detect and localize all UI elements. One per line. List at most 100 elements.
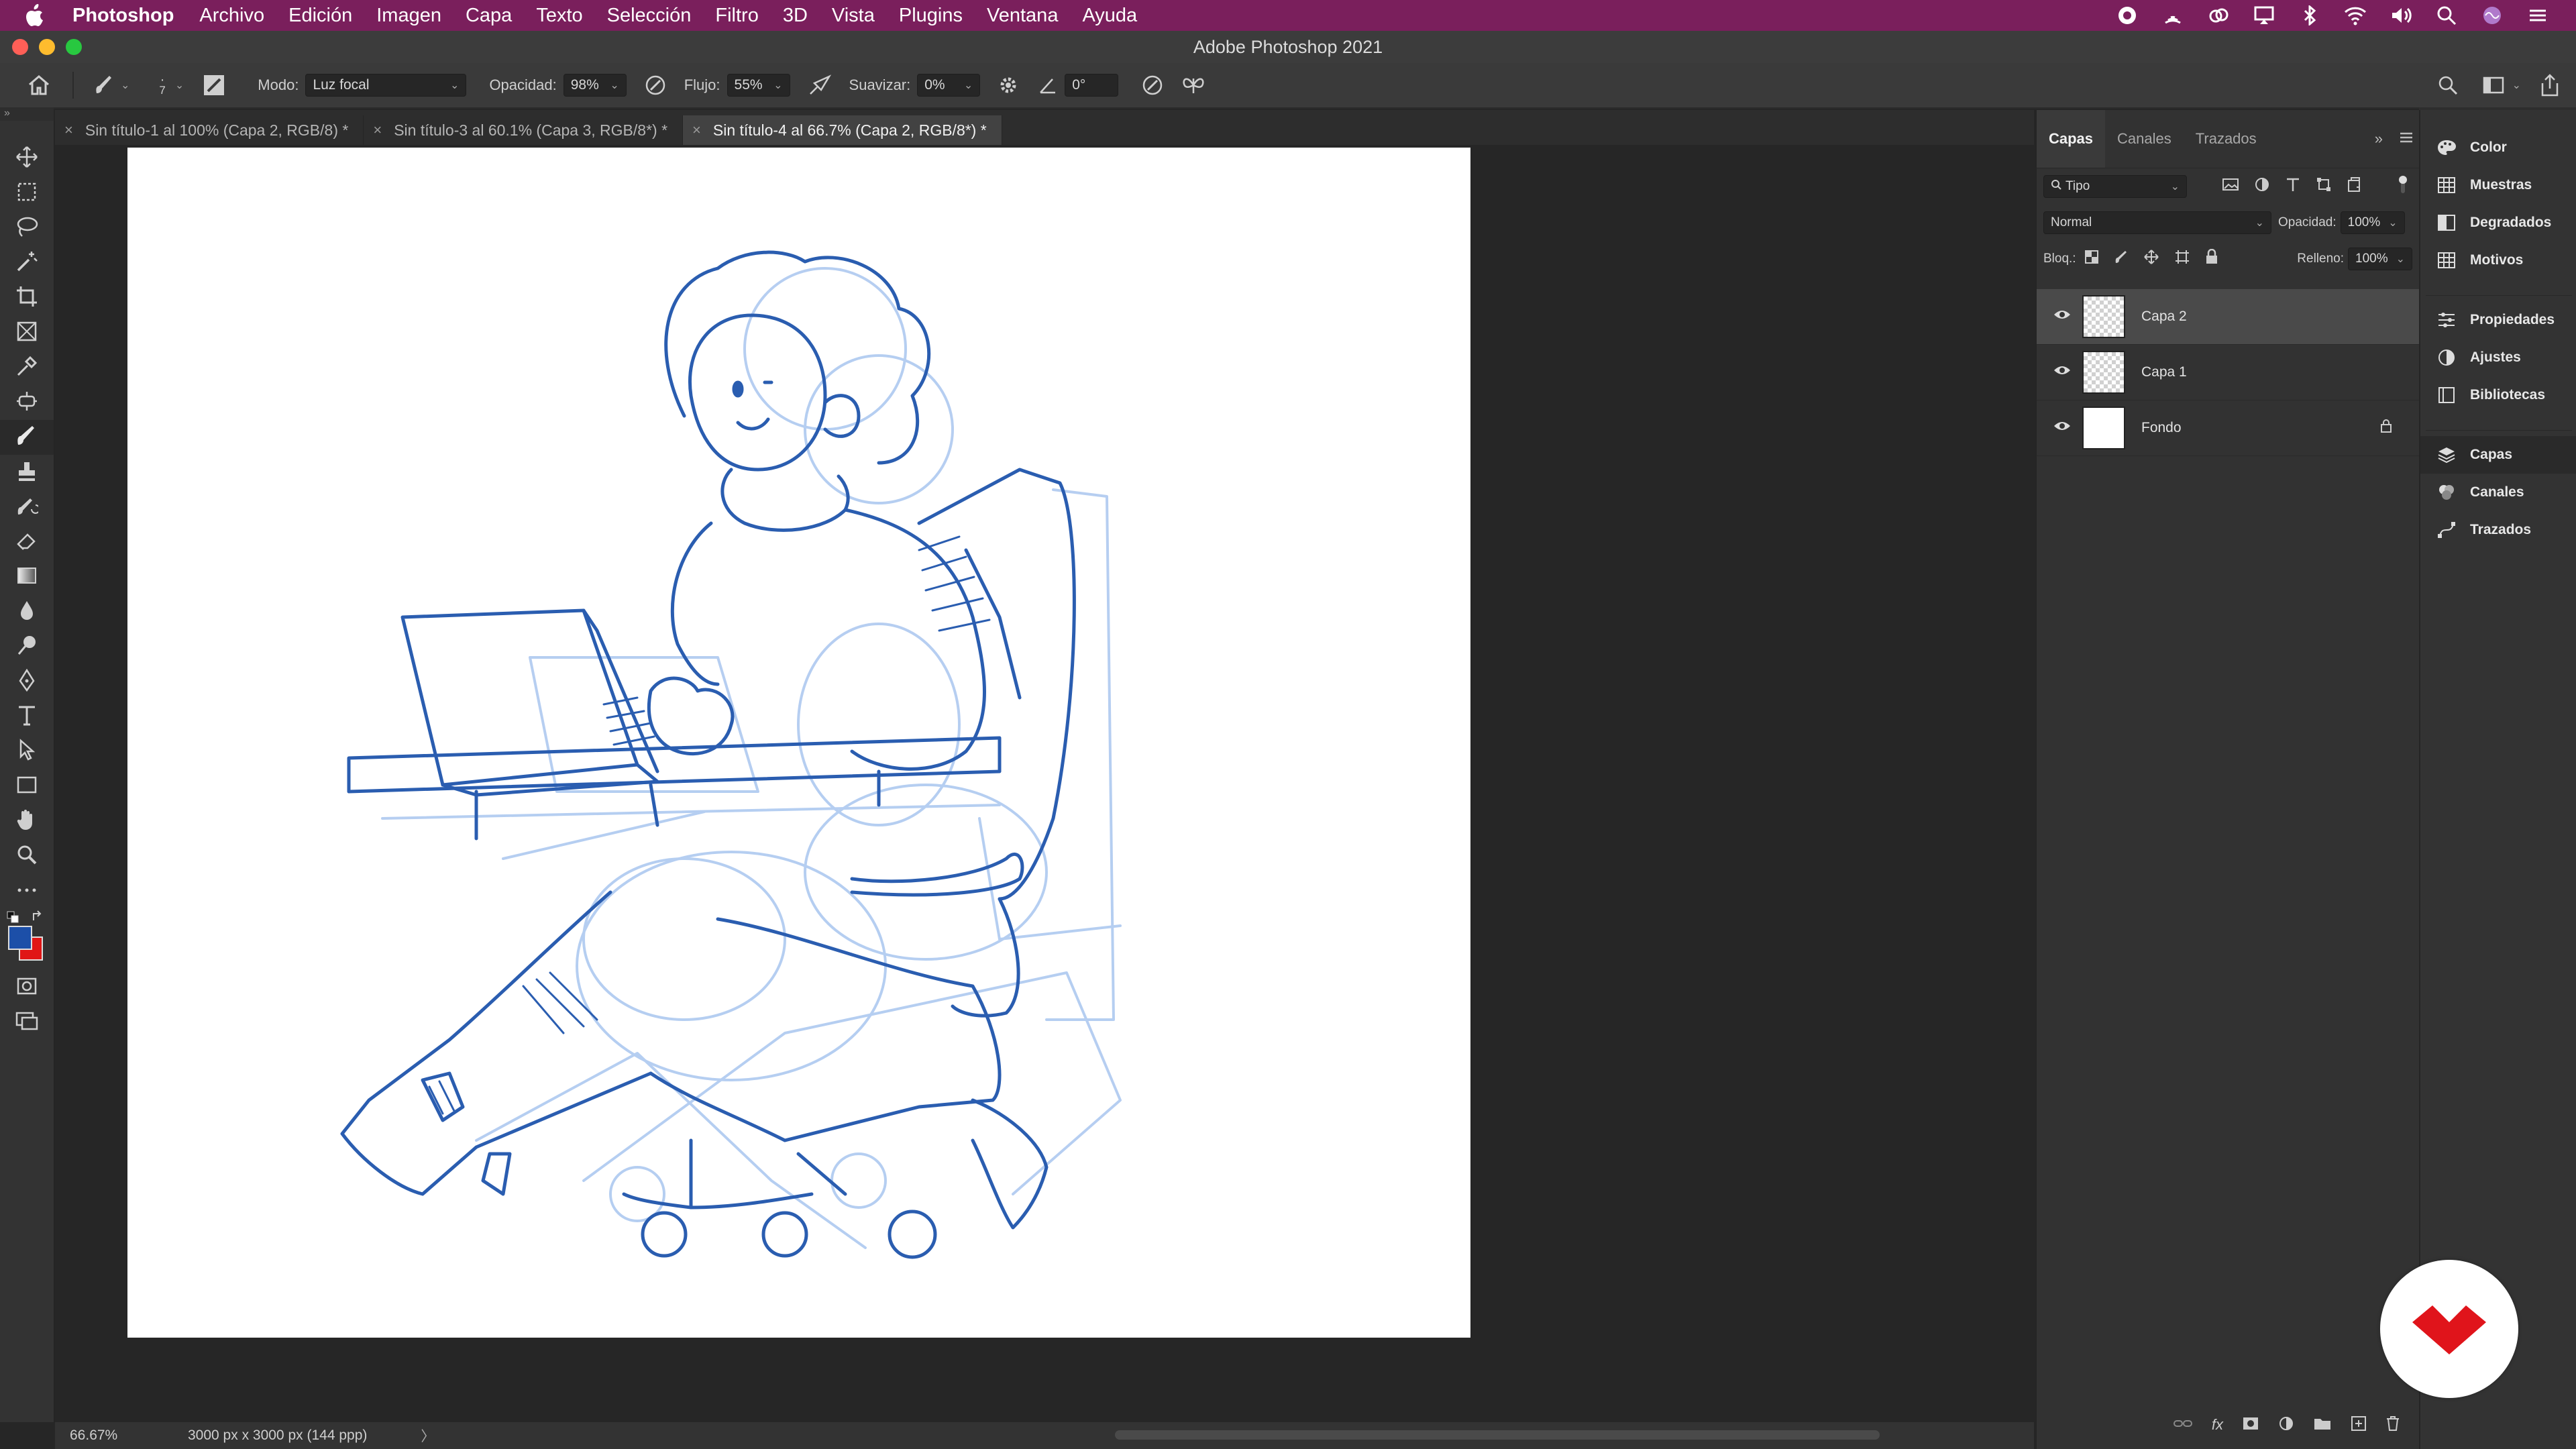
layer-name[interactable]: Fondo (2141, 420, 2182, 436)
menu-capa[interactable]: Capa (466, 5, 512, 27)
horizontal-scrollbar[interactable] (1115, 1430, 1880, 1440)
layer-filter-select[interactable]: Tipo ⌄ (2043, 175, 2187, 198)
home-icon[interactable] (24, 74, 54, 96)
visibility-eye-icon[interactable] (2053, 420, 2072, 436)
filter-type-icon[interactable] (2285, 176, 2301, 197)
filter-toggle-icon[interactable] (2398, 174, 2408, 199)
creative-cloud-icon[interactable] (2207, 4, 2230, 27)
smoothing-chevron-icon[interactable]: ⌄ (964, 78, 973, 92)
frame-tool[interactable] (0, 315, 54, 350)
healing-brush-tool[interactable] (0, 385, 54, 420)
record-icon[interactable] (2116, 4, 2139, 27)
minimize-window-button[interactable] (39, 39, 55, 55)
swap-colors-icon[interactable] (31, 910, 44, 926)
airplay-icon[interactable] (2253, 4, 2275, 27)
lock-position-icon[interactable] (2143, 249, 2159, 269)
layer-opacity-chevron-icon[interactable]: ⌄ (2388, 216, 2397, 229)
dock-item-ajustes[interactable]: Ajustes (2420, 339, 2576, 376)
tab-capas[interactable]: Capas (2037, 110, 2106, 168)
pressure-size-icon[interactable] (1141, 74, 1164, 97)
zoom-tool[interactable] (0, 839, 54, 873)
workspace-icon[interactable] (2483, 75, 2504, 95)
share-icon[interactable] (2540, 74, 2560, 97)
layer-row-fondo[interactable]: Fondo (2037, 400, 2419, 456)
layer-opacity-field[interactable]: 100% ⌄ (2340, 211, 2405, 234)
opacity-chevron-icon[interactable]: ⌄ (610, 78, 619, 92)
blend-mode-select[interactable]: Normal ⌄ (2043, 211, 2271, 234)
edit-toolbar-button[interactable] (0, 873, 54, 908)
layer-row-capa-2[interactable]: Capa 2 (2037, 289, 2419, 345)
canvas-area[interactable] (55, 145, 2034, 1422)
bluetooth-icon[interactable] (2298, 4, 2321, 27)
filter-adjustment-icon[interactable] (2254, 176, 2270, 197)
pressure-opacity-icon[interactable] (644, 74, 667, 97)
marquee-tool[interactable] (0, 176, 54, 211)
control-center-icon[interactable] (2526, 4, 2549, 27)
mode-select[interactable]: Luz focal ⌄ (305, 74, 467, 97)
layer-lock-icon[interactable] (2380, 419, 2392, 437)
lock-image-icon[interactable] (2114, 250, 2129, 268)
fill-chevron-icon[interactable]: ⌄ (2396, 252, 2405, 266)
menu-vista[interactable]: Vista (832, 5, 875, 27)
dock-item-canales[interactable]: Canales (2420, 474, 2576, 511)
fx-icon[interactable]: fx (2212, 1416, 2223, 1434)
airbrush-icon[interactable] (808, 74, 832, 97)
dock-item-bibliotecas[interactable]: Bibliotecas (2420, 376, 2576, 414)
tab-document-3[interactable]: × Sin título-3 al 60.1% (Capa 3, RGB/8*) … (364, 115, 684, 145)
menu-texto[interactable]: Texto (536, 5, 582, 27)
panel-menu-icon[interactable] (2399, 130, 2414, 148)
crop-tool[interactable] (0, 280, 54, 315)
layer-thumbnail[interactable] (2082, 407, 2125, 449)
flow-field[interactable]: 55% ⌄ (727, 74, 790, 97)
zoom-window-button[interactable] (66, 39, 82, 55)
tools-collapse-strip[interactable]: » (0, 107, 54, 121)
layer-row-capa-1[interactable]: Capa 1 (2037, 345, 2419, 400)
lasso-tool[interactable] (0, 211, 54, 246)
pen-tool[interactable] (0, 664, 54, 699)
filter-pixel-icon[interactable] (2222, 177, 2239, 196)
dock-item-color[interactable]: Color (2420, 129, 2576, 166)
delete-layer-trash-icon[interactable] (2385, 1415, 2400, 1435)
dock-item-muestras[interactable]: Muestras (2420, 166, 2576, 204)
fill-field[interactable]: 100% ⌄ (2348, 248, 2412, 270)
close-window-button[interactable] (12, 39, 28, 55)
clone-stamp-tool[interactable] (0, 455, 54, 490)
visibility-eye-icon[interactable] (2053, 364, 2072, 380)
workspace-chevron-icon[interactable]: ⌄ (2512, 78, 2521, 92)
menu-ayuda[interactable]: Ayuda (1082, 5, 1137, 27)
default-colors-icon[interactable] (7, 911, 19, 926)
filter-smart-object-icon[interactable] (2347, 176, 2361, 197)
menu-seleccion[interactable]: Selección (607, 5, 692, 27)
menu-filtro[interactable]: Filtro (715, 5, 758, 27)
flow-chevron-icon[interactable]: ⌄ (773, 78, 782, 92)
tab-canales[interactable]: Canales (2105, 110, 2184, 168)
link-layers-icon[interactable] (2173, 1417, 2193, 1433)
visibility-eye-icon[interactable] (2053, 309, 2072, 325)
lock-transparent-icon[interactable] (2084, 250, 2099, 268)
menu-plugins[interactable]: Plugins (899, 5, 963, 27)
document-canvas[interactable] (127, 148, 1470, 1338)
lock-artboard-icon[interactable] (2174, 249, 2190, 269)
brush-size-chevron-icon[interactable]: ⌄ (175, 78, 184, 92)
eyedropper-tool[interactable] (0, 350, 54, 385)
menu-imagen[interactable]: Imagen (376, 5, 441, 27)
brush-preset-chevron-icon[interactable]: ⌄ (121, 78, 129, 92)
menu-ventana[interactable]: Ventana (987, 5, 1058, 27)
magic-wand-tool[interactable] (0, 246, 54, 280)
opacity-field[interactable]: 98% ⌄ (563, 74, 627, 97)
filter-shape-icon[interactable] (2316, 176, 2332, 197)
spotlight-search-icon[interactable] (2435, 4, 2458, 27)
layer-name[interactable]: Capa 2 (2141, 309, 2187, 325)
tab-trazados[interactable]: Trazados (2184, 110, 2269, 168)
new-group-folder-icon[interactable] (2313, 1416, 2332, 1434)
dock-item-propiedades[interactable]: Propiedades (2420, 301, 2576, 339)
new-layer-icon[interactable] (2351, 1415, 2367, 1435)
close-tab-icon[interactable]: × (692, 121, 701, 139)
wifi-icon[interactable] (2344, 4, 2367, 27)
foreground-color-swatch[interactable] (8, 926, 32, 950)
history-brush-tool[interactable] (0, 490, 54, 525)
rectangle-tool[interactable] (0, 769, 54, 804)
layer-name[interactable]: Capa 1 (2141, 364, 2187, 380)
screen-mode-tool[interactable] (0, 1005, 54, 1040)
move-tool[interactable] (0, 141, 54, 176)
